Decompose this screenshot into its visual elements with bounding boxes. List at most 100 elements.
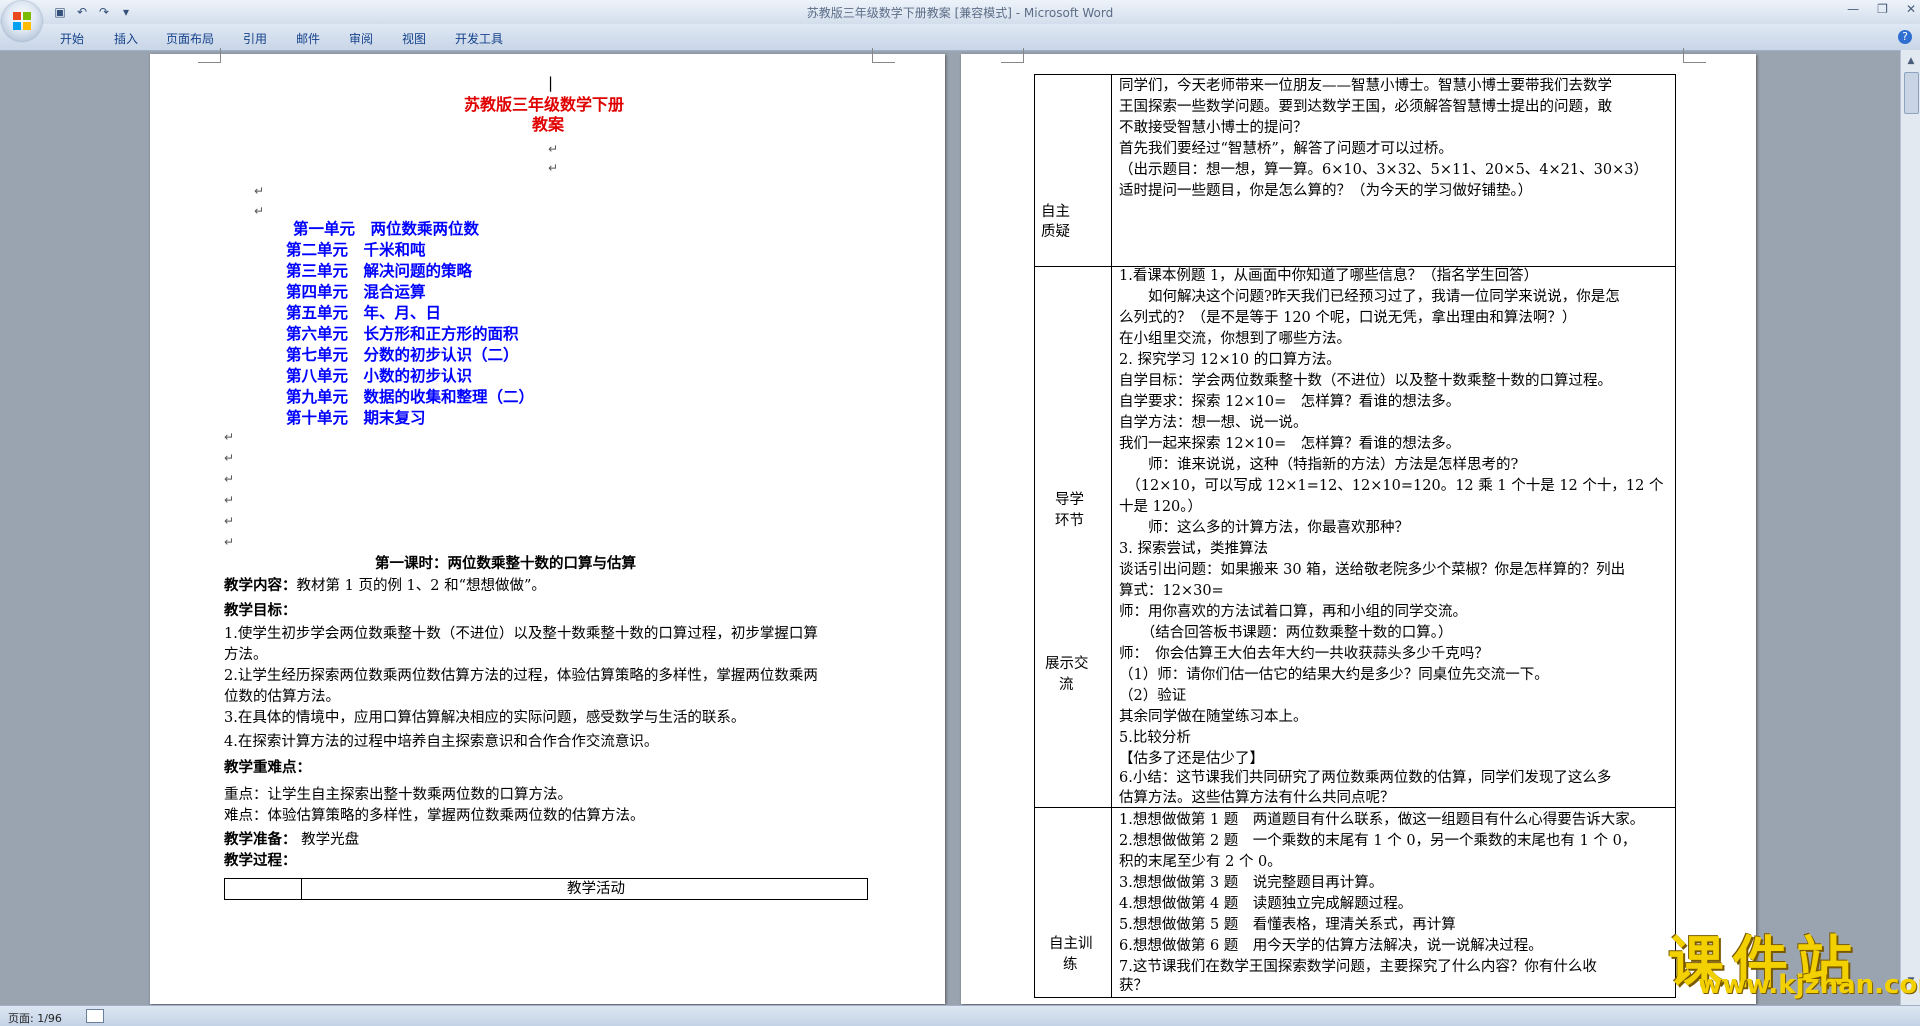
unit-item: 第七单元 分数的初步认识（二）	[286, 345, 519, 364]
tab-references[interactable]: 引用	[243, 30, 267, 47]
document-page-2[interactable]: 自主 质疑 同学们，今天老师带来一位朋友——智慧小博士。智慧小博士要带我们去数学…	[961, 48, 1756, 1004]
tab-view[interactable]: 视图	[402, 30, 426, 47]
help-icon[interactable]: ?	[1898, 30, 1912, 44]
office-logo-icon	[13, 12, 31, 30]
content-text: 教材第 1 页的例 1、2 和“想想做做”。	[296, 578, 546, 594]
row3-line: 2.想想做做第 2 题 一个乘数的末尾有 1 个 0，另一个乘数的末尾也有 1 …	[1119, 833, 1637, 849]
paragraph-mark: ↵	[254, 184, 265, 198]
process-label: 教学过程：	[224, 852, 297, 869]
row1-line: （出示题目：想一想，算一算。6×10、3×32、5×11、20×5、4×21、3…	[1119, 162, 1648, 178]
paragraph-mark: ↵	[224, 493, 235, 507]
row2-line: 自学要求：探索 12×10= 怎样算？看谁的想法多。	[1119, 394, 1461, 410]
row2-line: 么列式的？（是不是等于 120 个呢，口说无凭，拿出理由和算法啊？）	[1119, 310, 1577, 326]
unit-item: 第三单元 解决问题的策略	[286, 261, 473, 280]
goal-line: 方法。	[224, 647, 268, 663]
unit-item: 第二单元 千米和吨	[286, 240, 426, 259]
vertical-scrollbar[interactable]: ▲ ▼	[1900, 50, 1920, 1005]
row2-line: （12×10，可以写成 12×1=12、12×10=120。12 乘 1 个十是…	[1119, 478, 1664, 494]
tab-home[interactable]: 开始	[60, 30, 84, 47]
lesson-title: 第一课时：两位数乘整十数的口算与估算	[375, 555, 636, 572]
paragraph-mark: ↵	[548, 161, 559, 175]
minimize-icon[interactable]: —	[1847, 2, 1859, 16]
unit-item: 第一单元 两位数乘两位数	[293, 219, 480, 238]
row2-line: 我们一起来探索 12×10= 怎样算？看谁的想法多。	[1119, 436, 1461, 452]
row1-label: 自主	[1041, 204, 1070, 220]
row2-line: 十是 120。）	[1119, 499, 1203, 515]
content-line: 教学内容：教材第 1 页的例 1、2 和“想想做做”。	[224, 577, 546, 595]
row3-line: 5.想想做做第 5 题 看懂表格，理清关系式，再计算	[1119, 917, 1456, 933]
text-cursor: |	[548, 74, 554, 92]
unit-item: 第八单元 小数的初步认识	[286, 366, 473, 385]
row1-label: 质疑	[1041, 224, 1070, 240]
crop-mark	[1683, 48, 1706, 63]
row2-line: 在小组里交流，你想到了哪些方法。	[1119, 331, 1351, 347]
row2-line: 2. 探究学习 12×10 的口算方法。	[1119, 352, 1341, 368]
goal-line: 1.使学生初步学会两位数乘整十数（不进位）以及整十数乘整十数的口算过程，初步掌握…	[224, 626, 818, 642]
title-bar: ▣ ↶ ↷ ▾ 苏教版三年级数学下册教案 [兼容模式] - Microsoft …	[0, 0, 1920, 24]
doc-title-line1: 苏教版三年级数学下册	[464, 95, 625, 114]
row2-line: （结合回答板书课题：两位数乘整十数的口算。）	[1119, 625, 1453, 641]
proofing-icon[interactable]	[86, 1009, 104, 1023]
row2-line: 师：用你喜欢的方法试着口算，再和小组的同学交流。	[1119, 604, 1467, 620]
tab-page-layout[interactable]: 页面布局	[166, 30, 214, 47]
row3-line: 6.想想做做第 6 题 用今天学的估算方法解决，说一说解决过程。	[1119, 938, 1543, 954]
row2-label: 导学	[1055, 492, 1084, 508]
tab-developer[interactable]: 开发工具	[455, 30, 503, 47]
row2-line: 谈话引出问题：如果搬来 30 箱，送给敬老院多少个菜椒？你是怎样算的？列出	[1119, 562, 1626, 578]
row2-line: 算式：12×30=	[1119, 583, 1224, 599]
table-header-cell: 教学活动	[567, 881, 625, 897]
scroll-thumb[interactable]	[1904, 72, 1919, 114]
status-bar: 页面: 1/96	[0, 1005, 1920, 1026]
row2-line: 自学目标：学会两位数乘整十数（不进位）以及整十数乘整十数的口算过程。	[1119, 373, 1612, 389]
crop-mark	[872, 48, 895, 63]
row2-line: 估算方法。这些估算方法有什么共同点呢？	[1119, 790, 1395, 806]
row3-line: 4.想想做做第 4 题 读题独立完成解题过程。	[1119, 896, 1413, 912]
window-controls: — ❐ ✕	[1847, 2, 1916, 16]
row2-line: 自学方法：想一想、说一说。	[1119, 415, 1308, 431]
key-point: 重点：让学生自主探索出整十数乘两位数的口算方法。	[224, 787, 572, 803]
document-page-1[interactable]: | 苏教版三年级数学下册 教案 ↵ ↵ ↵ ↵ 第一单元 两位数乘两位数 第二单…	[150, 48, 945, 1004]
page-indicator[interactable]: 页面: 1/96	[8, 1010, 62, 1026]
row3-line: 7.这节课我们在数学王国探索数学问题，主要探究了什么内容？你有什么收	[1119, 959, 1597, 975]
close-icon[interactable]: ✕	[1906, 2, 1916, 16]
row2-label: 流	[1059, 677, 1074, 693]
row2-label: 展示交	[1045, 656, 1089, 672]
row2-line: 6.小结：这节课我们共同研究了两位数乘两位数的估算，同学们发现了这么多	[1119, 770, 1612, 786]
ribbon-tab-bar: 开始 插入 页面布局 引用 邮件 审阅 视图 开发工具	[0, 24, 1920, 51]
content-label: 教学内容：	[224, 577, 297, 594]
paragraph-mark: ↵	[224, 535, 235, 549]
row3-label: 练	[1063, 957, 1078, 973]
prep-label: 教学准备：	[224, 831, 297, 848]
paragraph-mark: ↵	[548, 142, 559, 156]
prep-text: 教学光盘	[296, 832, 360, 848]
watermark-url: www.kjzhan.com	[1698, 970, 1920, 1000]
tab-insert[interactable]: 插入	[114, 30, 138, 47]
maximize-icon[interactable]: ❐	[1877, 2, 1888, 16]
paragraph-mark: ↵	[224, 514, 235, 528]
row3-label: 自主训	[1049, 936, 1093, 952]
unit-item: 第九单元 数据的收集和整理（二）	[286, 387, 535, 406]
row2-line: 【估多了还是估少了】	[1119, 751, 1264, 767]
unit-item: 第四单元 混合运算	[286, 282, 426, 301]
row2-line: 1.看课本例题 1，从画面中你知道了哪些信息？（指名学生回答）	[1119, 268, 1539, 284]
key-point: 难点：体验估算策略的多样性，掌握两位数乘两位数的估算方法。	[224, 808, 645, 824]
crop-mark	[198, 48, 221, 63]
goal-line: 位数的估算方法。	[224, 689, 340, 705]
row2-line: 5.比较分析	[1119, 730, 1191, 746]
tab-review[interactable]: 审阅	[349, 30, 373, 47]
scroll-up-icon[interactable]: ▲	[1904, 56, 1918, 66]
unit-item: 第十单元 期末复习	[286, 408, 426, 427]
activity-table: 教学活动	[224, 878, 868, 900]
prep-line: 教学准备： 教学光盘	[224, 831, 359, 849]
goal-line: 3.在具体的情境中，应用口算估算解决相应的实际问题，感受数学与生活的联系。	[224, 710, 746, 726]
row3-line: 积的末尾至少有 2 个 0。	[1119, 854, 1282, 870]
tab-mailings[interactable]: 邮件	[296, 30, 320, 47]
paragraph-mark: ↵	[224, 472, 235, 486]
row3-line: 1.想想做做第 1 题 两道题目有什么联系，做这一组题目有什么心得要告诉大家。	[1119, 812, 1645, 828]
office-button[interactable]	[2, 1, 42, 41]
row2-line: 如何解决这个问题?昨天我们已经预习过了，我请一位同学来说说，你是怎	[1119, 289, 1620, 305]
row1-line: 适时提问一些题目，你是怎么算的？（为今天的学习做好铺垫。）	[1119, 183, 1533, 199]
row3-line: 获？	[1119, 978, 1148, 994]
row1-line: 王国探索一些数学问题。要到达数学王国，必须解答智慧博士提出的问题，敢	[1119, 99, 1612, 115]
row3-line: 3.想想做做第 3 题 说完整题目再计算。	[1119, 875, 1384, 891]
